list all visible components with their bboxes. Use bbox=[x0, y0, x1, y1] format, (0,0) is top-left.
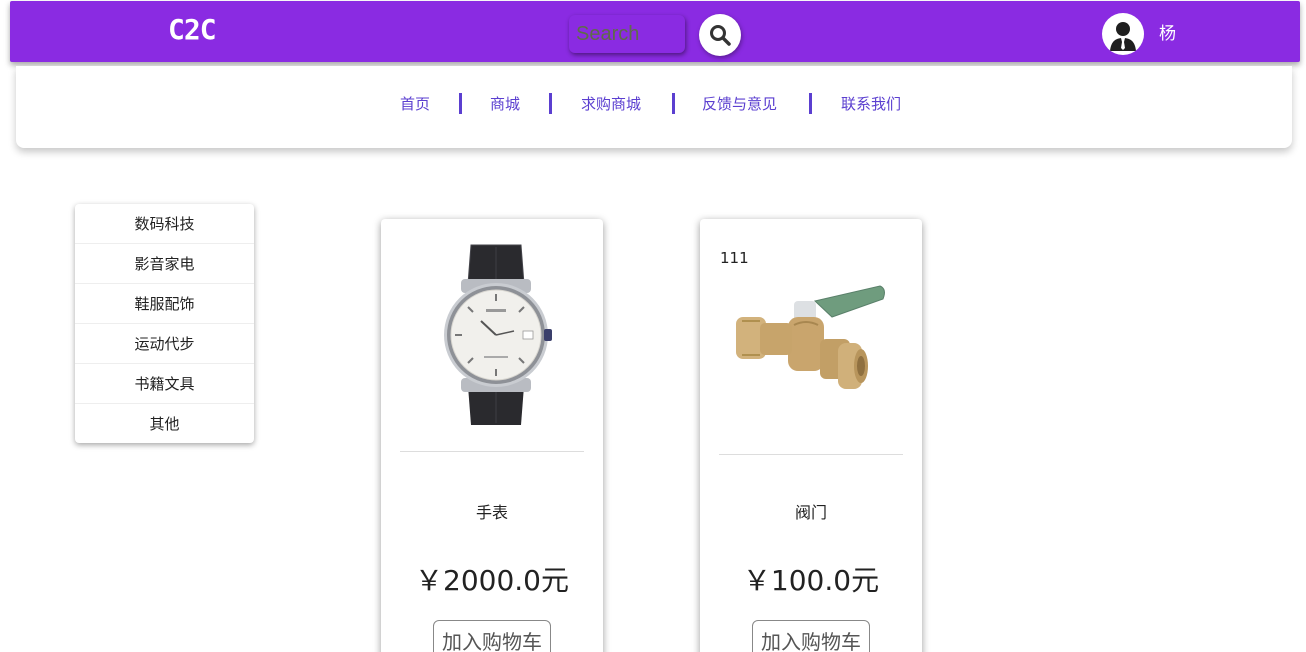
nav-item-contact[interactable]: 联系我们 bbox=[841, 93, 901, 114]
card-divider bbox=[719, 454, 903, 455]
nav-item-mall[interactable]: 商城 bbox=[490, 93, 520, 114]
category-item-other[interactable]: 其他 bbox=[75, 404, 254, 444]
category-sidebar: 数码科技 影音家电 鞋服配饰 运动代步 书籍文具 其他 bbox=[75, 204, 254, 443]
nav-separator bbox=[549, 93, 552, 114]
user-avatar[interactable] bbox=[1102, 13, 1144, 55]
main-nav: 首页 商城 求购商城 反馈与意见 联系我们 bbox=[16, 66, 1292, 148]
add-to-cart-button[interactable]: 加入购物车 bbox=[433, 620, 551, 652]
product-image[interactable] bbox=[401, 239, 583, 451]
brand-logo[interactable]: C2C bbox=[168, 13, 217, 46]
category-item-sports[interactable]: 运动代步 bbox=[75, 324, 254, 364]
category-item-appliances[interactable]: 影音家电 bbox=[75, 244, 254, 284]
product-name[interactable]: 手表 bbox=[381, 499, 603, 523]
nav-separator bbox=[672, 93, 675, 114]
search-box bbox=[569, 15, 685, 53]
search-icon bbox=[710, 25, 731, 46]
nav-item-home[interactable]: 首页 bbox=[400, 93, 430, 114]
user-avatar-icon bbox=[1110, 22, 1136, 51]
username-label[interactable]: 杨 bbox=[1159, 19, 1176, 44]
product-name[interactable]: 阀门 bbox=[700, 499, 922, 523]
valve-image bbox=[736, 285, 885, 389]
nav-item-feedback[interactable]: 反馈与意见 bbox=[702, 93, 777, 114]
search-button[interactable] bbox=[699, 14, 741, 56]
product-price: ￥100.0元 bbox=[742, 564, 880, 597]
product-price: ￥2000.0元 bbox=[415, 564, 569, 597]
watch-image bbox=[444, 244, 552, 425]
nav-separator bbox=[809, 93, 812, 114]
product-card[interactable]: 111 阀门 ￥100.0元 加入购物车 bbox=[700, 219, 922, 652]
category-item-books[interactable]: 书籍文具 bbox=[75, 364, 254, 404]
category-item-digital[interactable]: 数码科技 bbox=[75, 204, 254, 244]
nav-separator bbox=[459, 93, 462, 114]
search-input[interactable] bbox=[569, 15, 685, 53]
card-divider bbox=[400, 451, 584, 452]
add-to-cart-button[interactable]: 加入购物车 bbox=[752, 620, 870, 652]
category-item-apparel[interactable]: 鞋服配饰 bbox=[75, 284, 254, 324]
product-image[interactable]: 111 bbox=[720, 239, 902, 451]
top-bar: C2C 杨 bbox=[10, 1, 1300, 62]
nav-item-wanted-mall[interactable]: 求购商城 bbox=[581, 93, 641, 114]
product-card[interactable]: 手表 ￥2000.0元 加入购物车 bbox=[381, 219, 603, 652]
